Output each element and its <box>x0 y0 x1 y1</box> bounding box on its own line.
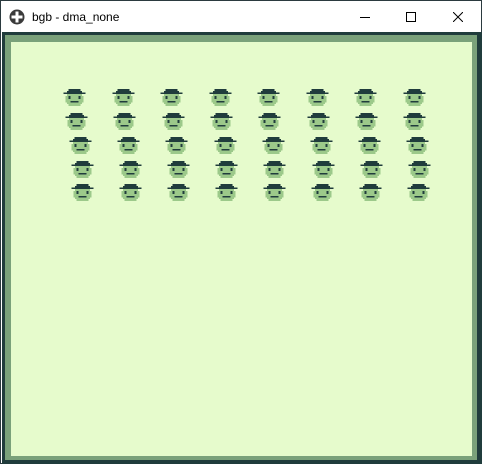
maximize-button[interactable] <box>388 1 434 32</box>
green-face-sprite <box>311 184 334 201</box>
maximize-icon <box>406 11 416 22</box>
green-face-sprite <box>71 184 94 201</box>
green-face-sprite <box>358 137 381 154</box>
green-face-sprite <box>117 137 140 154</box>
green-face-sprite <box>119 184 142 201</box>
green-face-sprite <box>63 89 86 106</box>
green-face-sprite <box>408 161 431 178</box>
green-face-sprite <box>257 89 280 106</box>
title-bar[interactable]: bgb - dma_none <box>1 1 481 32</box>
green-face-sprite <box>263 184 286 201</box>
close-icon <box>453 11 463 22</box>
green-face-sprite <box>167 184 190 201</box>
close-button[interactable] <box>435 1 481 32</box>
green-face-sprite <box>403 89 426 106</box>
green-face-sprite <box>112 89 135 106</box>
lcd-frame <box>5 35 477 460</box>
green-face-sprite <box>162 113 185 130</box>
green-face-sprite <box>214 137 237 154</box>
green-face-sprite <box>359 184 382 201</box>
plus-cross-icon <box>9 9 25 25</box>
green-face-sprite <box>263 161 286 178</box>
green-face-sprite <box>119 161 142 178</box>
green-face-sprite <box>355 113 378 130</box>
green-face-sprite <box>113 113 136 130</box>
green-face-sprite <box>312 161 335 178</box>
green-face-sprite <box>306 89 329 106</box>
minimize-button[interactable] <box>342 1 388 32</box>
green-face-sprite <box>167 161 190 178</box>
green-face-sprite <box>403 113 426 130</box>
green-face-sprite <box>407 184 430 201</box>
green-face-sprite <box>209 89 232 106</box>
green-face-sprite <box>406 137 429 154</box>
green-face-sprite <box>215 161 238 178</box>
green-face-sprite <box>360 161 383 178</box>
green-face-sprite <box>354 89 377 106</box>
green-face-sprite <box>160 89 183 106</box>
minimize-icon <box>360 16 370 18</box>
green-face-sprite <box>71 161 94 178</box>
green-face-sprite <box>310 137 333 154</box>
green-face-sprite <box>69 137 92 154</box>
green-face-sprite <box>165 137 188 154</box>
game-screen[interactable] <box>11 42 472 456</box>
green-face-sprite <box>210 113 233 130</box>
window-title: bgb - dma_none <box>32 10 120 24</box>
green-face-sprite <box>258 113 281 130</box>
green-face-sprite <box>65 113 88 130</box>
lcd-border <box>2 32 482 464</box>
green-face-sprite <box>307 113 330 130</box>
green-face-sprite <box>262 137 285 154</box>
green-face-sprite <box>215 184 238 201</box>
emulator-window: bgb - dma_none <box>0 0 482 464</box>
